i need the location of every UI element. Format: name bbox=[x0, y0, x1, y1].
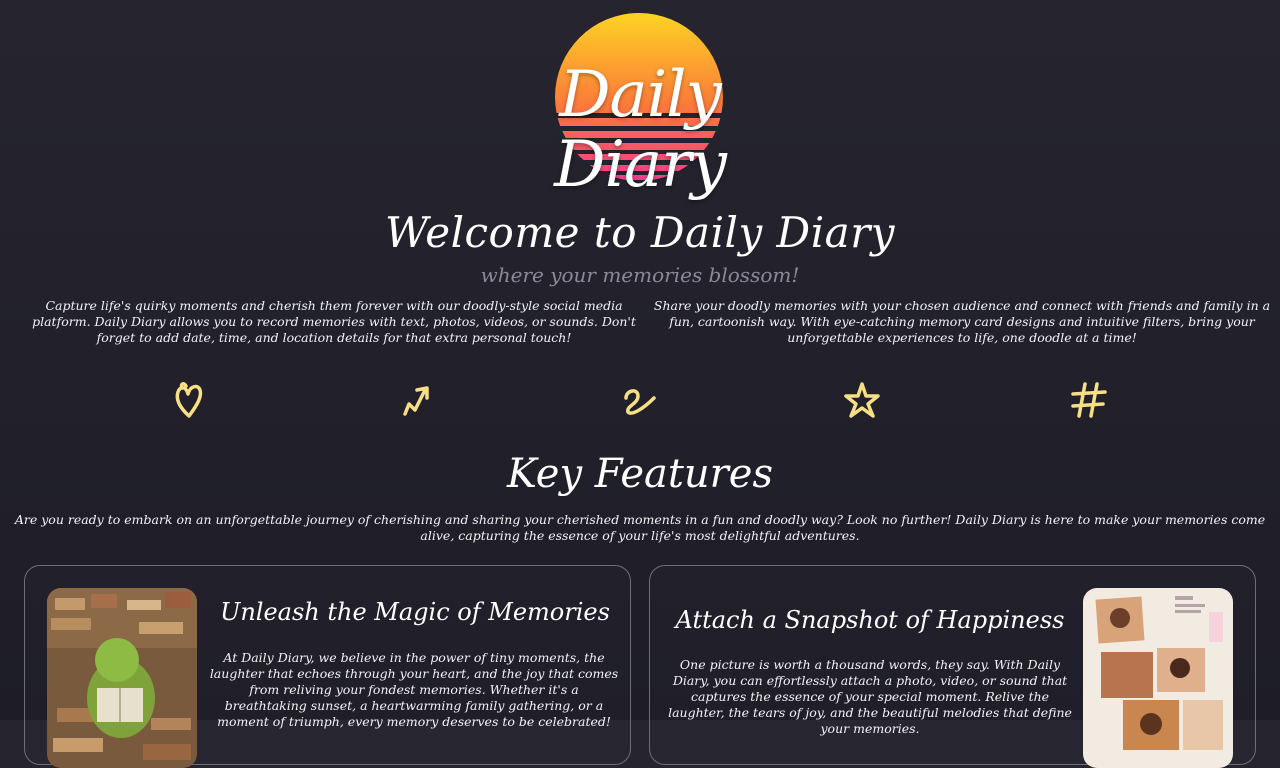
intro-left-text: Capture life's quirky moments and cheris… bbox=[32, 298, 636, 345]
feature-card-memories: Unleash the Magic of Memories At Daily D… bbox=[24, 565, 631, 768]
section-title-key-features: Key Features bbox=[506, 451, 774, 497]
arrow-doodle-icon bbox=[394, 378, 438, 422]
hero-subtitle: where your memories blossom! bbox=[480, 263, 800, 287]
star-doodle-icon bbox=[840, 378, 884, 422]
logo-text: Daily Diary bbox=[554, 58, 727, 202]
feature-card-text: At Daily Diary, we believe in the power … bbox=[209, 650, 619, 729]
hero-title: Welcome to Daily Diary bbox=[385, 208, 895, 257]
feature-card-title: Attach a Snapshot of Happiness bbox=[675, 606, 1065, 634]
swirl-doodle-icon bbox=[618, 378, 662, 422]
feature-card-image bbox=[47, 588, 197, 768]
doodle-row bbox=[0, 378, 1280, 428]
feature-card-title: Unleash the Magic of Memories bbox=[220, 598, 610, 626]
logo[interactable]: Daily Diary bbox=[480, 8, 800, 200]
section-description: Are you ready to embark on an unforgetta… bbox=[14, 512, 1266, 543]
intro-right-text: Share your doodly memories with your cho… bbox=[653, 298, 1271, 345]
feature-card-snapshot: Attach a Snapshot of Happiness One pictu… bbox=[649, 565, 1256, 768]
heart-doodle-icon bbox=[168, 378, 212, 422]
feature-card-image bbox=[1083, 588, 1233, 768]
feature-card-text: One picture is worth a thousand words, t… bbox=[668, 657, 1072, 736]
hashtag-doodle-icon bbox=[1067, 378, 1111, 422]
